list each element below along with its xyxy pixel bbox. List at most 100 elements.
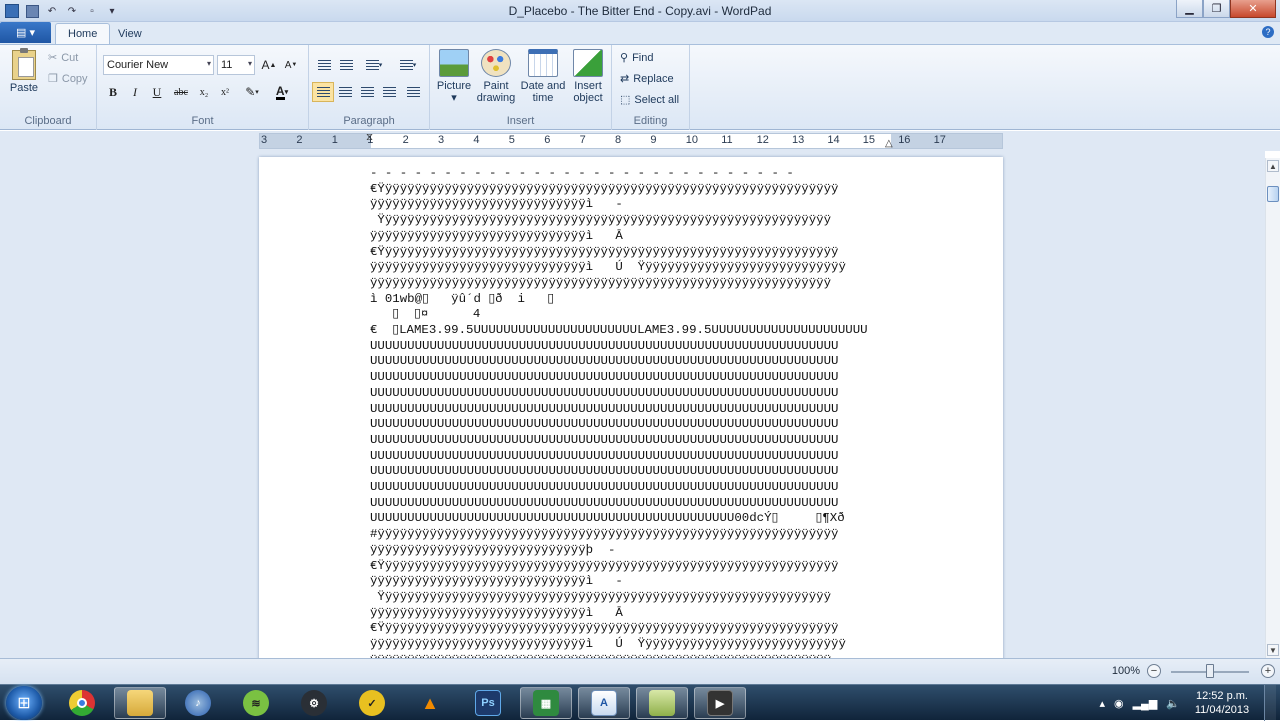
copy-button[interactable]: ❐ Copy [48, 72, 88, 86]
object-icon [573, 49, 603, 77]
binoculars-icon: ⚲ [620, 52, 629, 64]
taskbar-media[interactable]: ▶ [694, 687, 746, 719]
right-indent-marker[interactable]: △ [885, 138, 893, 149]
line-spacing-button[interactable]: ▾ [393, 55, 423, 75]
vertical-scrollbar[interactable]: ▲ ▼ [1265, 158, 1280, 658]
taskbar-photoshop[interactable]: Ps [462, 687, 514, 719]
clipboard-group-label: Clipboard [24, 115, 72, 127]
paste-button[interactable]: Paste [8, 48, 40, 94]
minimize-button[interactable]: ▁ [1176, 0, 1203, 18]
ribbon: Paste ✂ Cut ❐ Copy Clipboard Courier New ▾ … [0, 44, 1280, 130]
italic-button[interactable]: I [125, 82, 145, 102]
increase-indent-button[interactable] [335, 55, 357, 75]
document-line: #ÿÿÿÿÿÿÿÿÿÿÿÿÿÿÿÿÿÿÿÿÿÿÿÿÿÿÿÿÿÿÿÿÿÿÿÿÿÿÿ… [370, 527, 839, 542]
show-desktop-button[interactable] [1264, 685, 1276, 721]
text-color-button[interactable]: A ▾ [269, 82, 295, 102]
system-tray: ▴ ◉ ▂▄▆ 🔈 12:52 p.m. 11/04/2013 [1099, 685, 1280, 721]
file-menu-button[interactable]: ▤ ▾ [0, 22, 51, 43]
paragraph-settings-button[interactable] [402, 82, 424, 102]
ruler-tick-label: 10 [685, 134, 699, 146]
document-line: ▯ ▯¤ 4 [370, 307, 481, 322]
shrink-font-button[interactable]: A ▼ [281, 55, 301, 75]
chevron-down-icon: ▾ [206, 59, 211, 68]
left-indent-marker[interactable]: ⧖ [366, 132, 373, 143]
zoom-out-button[interactable]: − [1147, 664, 1161, 678]
taskbar-itunes[interactable]: ♪ [172, 687, 224, 719]
ruler-tick-label: 2 [402, 134, 409, 146]
maximize-button[interactable]: ❐ [1203, 0, 1230, 18]
taskbar-norton[interactable]: ✓ [346, 687, 398, 719]
paragraph-group: ▾ ▾ Paragraph [309, 45, 430, 130]
ruler-bar: 3 2 1 1 2 3 4 5 6 7 8 9 10 11 12 13 14 15 16 17 ⧖ △ [0, 131, 1280, 151]
justify-button[interactable] [378, 82, 400, 102]
insert-object-button[interactable]: Insert object [568, 49, 608, 104]
taskbar-excel[interactable]: ▦ [520, 687, 572, 719]
font-family-select[interactable]: Courier New ▾ [103, 55, 214, 75]
font-size-select[interactable]: 11 ▾ [217, 55, 255, 75]
clock[interactable]: 12:52 p.m. 11/04/2013 [1189, 689, 1255, 717]
select-all-icon: ⬚ [620, 94, 631, 106]
document-text[interactable]: - - - - - - - - - - - - - - - - - - - - … [370, 166, 896, 658]
signal-icon[interactable]: ▂▄▆ [1133, 697, 1158, 710]
cut-button[interactable]: ✂ Cut [48, 51, 78, 65]
taskbar-spotify[interactable]: ≋ [230, 687, 282, 719]
taskbar-chrome[interactable] [56, 687, 108, 719]
align-center-button[interactable] [334, 82, 356, 102]
calendar-icon [528, 49, 558, 77]
picture-button[interactable]: Picture ▾ [436, 49, 472, 104]
zoom-slider-thumb[interactable] [1206, 664, 1214, 678]
taskbar-vlc[interactable]: ▲ [404, 687, 456, 719]
taskbar-steam[interactable]: ⚙ [288, 687, 340, 719]
ruler[interactable]: 3 2 1 1 2 3 4 5 6 7 8 9 10 11 12 13 14 15 16 17 ⧖ △ [259, 132, 1003, 149]
ruler-tick-label: 12 [756, 134, 769, 146]
align-left-button[interactable] [312, 82, 334, 102]
document-line: ÿÿÿÿÿÿÿÿÿÿÿÿÿÿÿÿÿÿÿÿÿÿÿÿÿÿÿÿÿì - [370, 197, 623, 212]
taskbar-wordpad[interactable]: A [578, 687, 630, 719]
network-globe-icon[interactable]: ◉ [1114, 697, 1124, 710]
taskbar: ⊞ ♪ ≋ ⚙ ✓ ▲ Ps ▦ A ▶ ▴ ◉ ▂▄▆ 🔈 12:52 p.m… [0, 684, 1280, 721]
ruler-tick-label: 3 [438, 134, 445, 146]
document-line: UUUUUUUUUUUUUUUUUUUUUUUUUUUUUUUUUUUUUUUU… [370, 338, 839, 353]
taskbar-explorer[interactable] [114, 687, 166, 719]
subscript-button[interactable]: x₂ [194, 82, 214, 102]
tab-home[interactable]: Home [55, 23, 111, 44]
media-icon: ▶ [707, 690, 733, 716]
paint-drawing-button[interactable]: Paint drawing [474, 49, 518, 104]
scroll-thumb[interactable] [1267, 186, 1279, 202]
zoom-in-button[interactable]: + [1261, 664, 1275, 678]
decrease-indent-button[interactable] [313, 55, 335, 75]
underline-button[interactable]: U [147, 82, 167, 102]
ruler-tick-label: 17 [933, 134, 946, 146]
outdent-icon [317, 60, 331, 70]
close-button[interactable]: ✕ [1230, 0, 1276, 18]
align-right-button[interactable] [356, 82, 378, 102]
document-line: Ÿÿÿÿÿÿÿÿÿÿÿÿÿÿÿÿÿÿÿÿÿÿÿÿÿÿÿÿÿÿÿÿÿÿÿÿÿÿÿÿ… [370, 213, 832, 228]
norton-icon: ✓ [359, 690, 385, 716]
find-button[interactable]: ⚲ Find [620, 51, 653, 65]
show-hidden-icons-icon[interactable]: ▴ [1099, 697, 1105, 710]
scroll-up-icon[interactable]: ▲ [1267, 160, 1279, 172]
volume-icon[interactable]: 🔈 [1166, 697, 1180, 710]
ruler-tick-label: 2 [296, 134, 303, 146]
tab-view[interactable]: View [106, 23, 154, 44]
bullets-button[interactable]: ▾ [359, 55, 389, 75]
document-line: UUUUUUUUUUUUUUUUUUUUUUUUUUUUUUUUUUUUUUUU… [370, 354, 839, 369]
document-line: UUUUUUUUUUUUUUUUUUUUUUUUUUUUUUUUUUUUUUUU… [370, 385, 839, 400]
strikethrough-button[interactable]: abc [169, 82, 193, 102]
document-line: UUUUUUUUUUUUUUUUUUUUUUUUUUUUUUUUUUUUUUUU… [370, 432, 839, 447]
scroll-down-icon[interactable]: ▼ [1267, 644, 1279, 656]
replace-button[interactable]: ⇄ Replace [620, 72, 674, 86]
date-time-button[interactable]: Date and time [520, 49, 566, 104]
help-icon[interactable]: ? [1262, 26, 1274, 38]
superscript-button[interactable]: x² [215, 82, 235, 102]
document-line: UUUUUUUUUUUUUUUUUUUUUUUUUUUUUUUUUUUUUUUU… [370, 417, 839, 432]
grow-font-button[interactable]: A ▲ [259, 55, 279, 75]
bold-button[interactable]: B [103, 82, 123, 102]
taskbar-wallet[interactable] [636, 687, 688, 719]
editing-group-label: Editing [633, 115, 668, 127]
document-page[interactable]: - - - - - - - - - - - - - - - - - - - - … [259, 157, 1003, 658]
start-button[interactable]: ⊞ [6, 686, 42, 720]
select-all-button[interactable]: ⬚ Select all [620, 93, 679, 107]
itunes-icon: ♪ [185, 690, 211, 716]
highlight-color-button[interactable]: ✎ ▾ [239, 82, 265, 102]
